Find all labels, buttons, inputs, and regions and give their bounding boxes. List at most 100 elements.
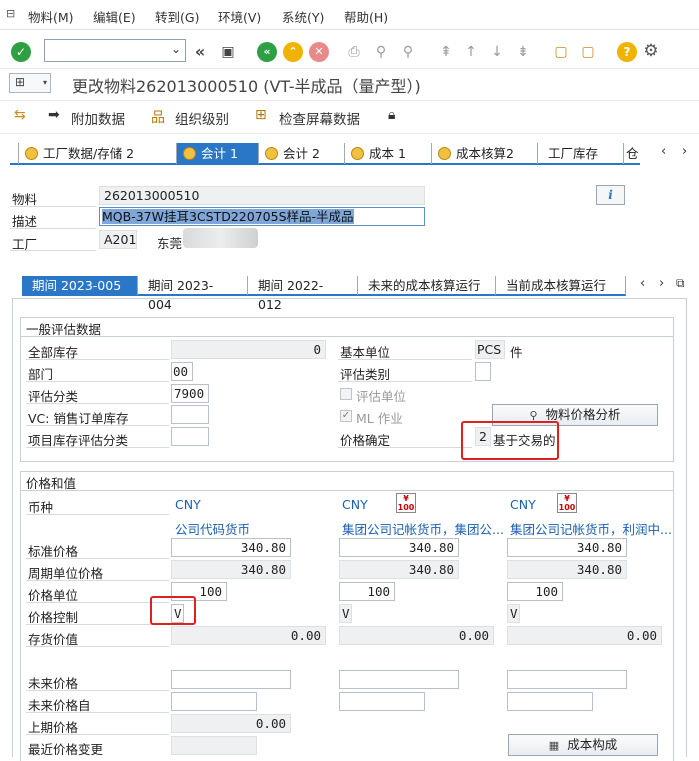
- period-scroll-right-icon[interactable]: ›: [659, 276, 664, 291]
- tab-period-2022-012[interactable]: 期间 2022-012: [248, 276, 358, 312]
- currency-converter-icon[interactable]: ¥100: [557, 493, 577, 513]
- window-menu-icon[interactable]: ⊟: [6, 7, 15, 20]
- divider: [26, 403, 169, 404]
- total-stock-field: 0: [171, 340, 326, 359]
- check-screen-data-button[interactable]: 检查屏幕数据: [279, 108, 360, 128]
- settings-gear-icon[interactable]: ⚙: [642, 42, 660, 60]
- find-next-icon[interactable]: ⚲: [399, 43, 417, 61]
- menu-environment[interactable]: 环境(V): [218, 7, 261, 26]
- future-price-from-col1[interactable]: [171, 692, 257, 711]
- menu-edit[interactable]: 编辑(E): [93, 7, 136, 26]
- tab-storage[interactable]: 仓: [623, 143, 640, 164]
- tab-plant-data-storage-2[interactable]: 工厂数据/存储 2: [18, 143, 176, 164]
- future-price-from-col2[interactable]: [339, 692, 425, 711]
- material-number-field: 262013000510: [99, 186, 425, 205]
- save-icon[interactable]: ▣: [219, 43, 237, 61]
- tab-future-costing-run[interactable]: 未来的成本核算运行: [358, 276, 496, 295]
- period-scroll-left-icon[interactable]: ‹: [640, 276, 645, 291]
- tab-list-icon[interactable]: ⧉: [676, 276, 685, 291]
- new-session-icon[interactable]: ▢: [552, 43, 570, 61]
- department-field[interactable]: 00: [171, 362, 193, 381]
- tab-scroll-left-icon[interactable]: ‹: [661, 144, 666, 159]
- tab-status-icon: [265, 147, 278, 160]
- menu-material[interactable]: 物料(M): [28, 7, 74, 26]
- divider: [10, 206, 96, 207]
- future-price-from-col3[interactable]: [507, 692, 593, 711]
- future-price-col2[interactable]: [339, 670, 459, 689]
- currency-type-col3: 集团公司记帐货币，利润中...: [510, 522, 672, 537]
- standard-price-col3[interactable]: 340.80: [507, 538, 627, 557]
- next-page-icon[interactable]: ↓: [488, 43, 506, 61]
- vc-sales-order-stock-field[interactable]: [171, 405, 209, 424]
- last-price-change-field: [171, 736, 257, 755]
- valuation-class-field[interactable]: 7900: [171, 384, 209, 403]
- cancel-icon[interactable]: ✕: [309, 42, 329, 62]
- valuation-category-field[interactable]: [475, 362, 491, 381]
- chevron-down-icon[interactable]: ⌄: [171, 42, 181, 56]
- project-stock-val-class-field[interactable]: [171, 427, 209, 446]
- divider: [26, 734, 169, 735]
- info-icon[interactable]: i: [596, 185, 625, 205]
- tab-period-2023-004[interactable]: 期间 2023-004: [138, 276, 248, 312]
- org-levels-button[interactable]: 组织级别: [175, 108, 229, 128]
- back-icon[interactable]: «: [257, 42, 277, 62]
- previous-page-icon[interactable]: ↑: [462, 43, 480, 61]
- divider: [338, 381, 472, 382]
- first-page-icon[interactable]: ⇞: [437, 43, 455, 61]
- previous-price-field: 0.00: [171, 714, 291, 733]
- currency-type-col2: 集团公司记帐货币，集团公...: [342, 522, 504, 537]
- divider: [26, 558, 169, 559]
- title-bar: ⊞ ▾ 更改物料262013000510 (VT-半成品（量产型）): [0, 69, 699, 99]
- application-toolbar: ⇆ ➡ 附加数据 品 组织级别 ⊞ 检查屏幕数据 🔒︎: [0, 100, 699, 134]
- print-icon[interactable]: ⎙: [345, 43, 363, 61]
- lock-icon[interactable]: 🔒︎: [388, 107, 395, 123]
- divider: [26, 712, 169, 713]
- divider: [26, 580, 169, 581]
- collapse-icon[interactable]: «: [191, 43, 209, 61]
- last-page-icon[interactable]: ⇟: [514, 43, 532, 61]
- currency-col1: CNY: [175, 497, 201, 512]
- divider: [26, 425, 169, 426]
- tab-status-icon: [183, 147, 196, 160]
- future-price-col1[interactable]: [171, 670, 291, 689]
- price-unit-col2[interactable]: 100: [339, 582, 395, 601]
- exit-icon[interactable]: ⌃: [283, 42, 303, 62]
- standard-price-col1[interactable]: 340.80: [171, 538, 291, 557]
- currency-converter-icon[interactable]: ¥100: [396, 493, 416, 513]
- other-material-icon[interactable]: ⇆: [14, 107, 26, 123]
- divider: [338, 447, 472, 448]
- chevron-down-icon: ▾: [42, 78, 47, 87]
- tab-costing-1[interactable]: 成本 1: [344, 143, 431, 164]
- valuation-unit-checkbox: [340, 388, 352, 400]
- base-unit-text: 件: [510, 345, 523, 360]
- tab-period-2023-005[interactable]: 期间 2023-005: [22, 276, 138, 295]
- tab-scroll-right-icon[interactable]: ›: [682, 144, 687, 159]
- tab-costing-2[interactable]: 成本核算2: [431, 143, 537, 164]
- layout-icon: ⊞: [15, 75, 26, 89]
- menu-system[interactable]: 系统(Y): [282, 7, 324, 26]
- help-icon[interactable]: ?: [617, 42, 637, 62]
- description-field[interactable]: MQB-37W挂耳3CSTD220705S样品-半成品: [99, 207, 425, 226]
- tab-accounting-2[interactable]: 会计 2: [258, 143, 344, 164]
- divider: [26, 690, 169, 691]
- cost-structure-icon: ▦: [548, 739, 560, 752]
- command-field[interactable]: ⌄: [44, 39, 186, 62]
- org-levels-icon: 品: [151, 110, 165, 126]
- menu-goto[interactable]: 转到(G): [155, 7, 199, 26]
- additional-data-button[interactable]: 附加数据: [71, 108, 125, 128]
- find-icon[interactable]: ⚲: [372, 43, 390, 61]
- shortcut-icon[interactable]: ▢: [579, 43, 597, 61]
- tab-plant-stock[interactable]: 工厂库存: [537, 143, 623, 164]
- tab-accounting-1[interactable]: 会计 1: [176, 143, 258, 164]
- periodic-unit-price-col2: 340.80: [339, 560, 459, 579]
- enter-check-icon[interactable]: ✓: [11, 42, 31, 62]
- currency-col3: CNY: [510, 497, 536, 512]
- cost-component-button[interactable]: ▦ 成本构成: [508, 734, 658, 756]
- price-unit-col3[interactable]: 100: [507, 582, 563, 601]
- period-tabstrip: 期间 2023-005 期间 2023-004 期间 2022-012 未来的成…: [22, 276, 626, 312]
- standard-price-col2[interactable]: 340.80: [339, 538, 459, 557]
- layout-menu-button[interactable]: ⊞ ▾: [9, 73, 51, 93]
- future-price-col3[interactable]: [507, 670, 627, 689]
- menu-help[interactable]: 帮助(H): [344, 7, 388, 26]
- tab-current-costing-run[interactable]: 当前成本核算运行: [496, 276, 626, 295]
